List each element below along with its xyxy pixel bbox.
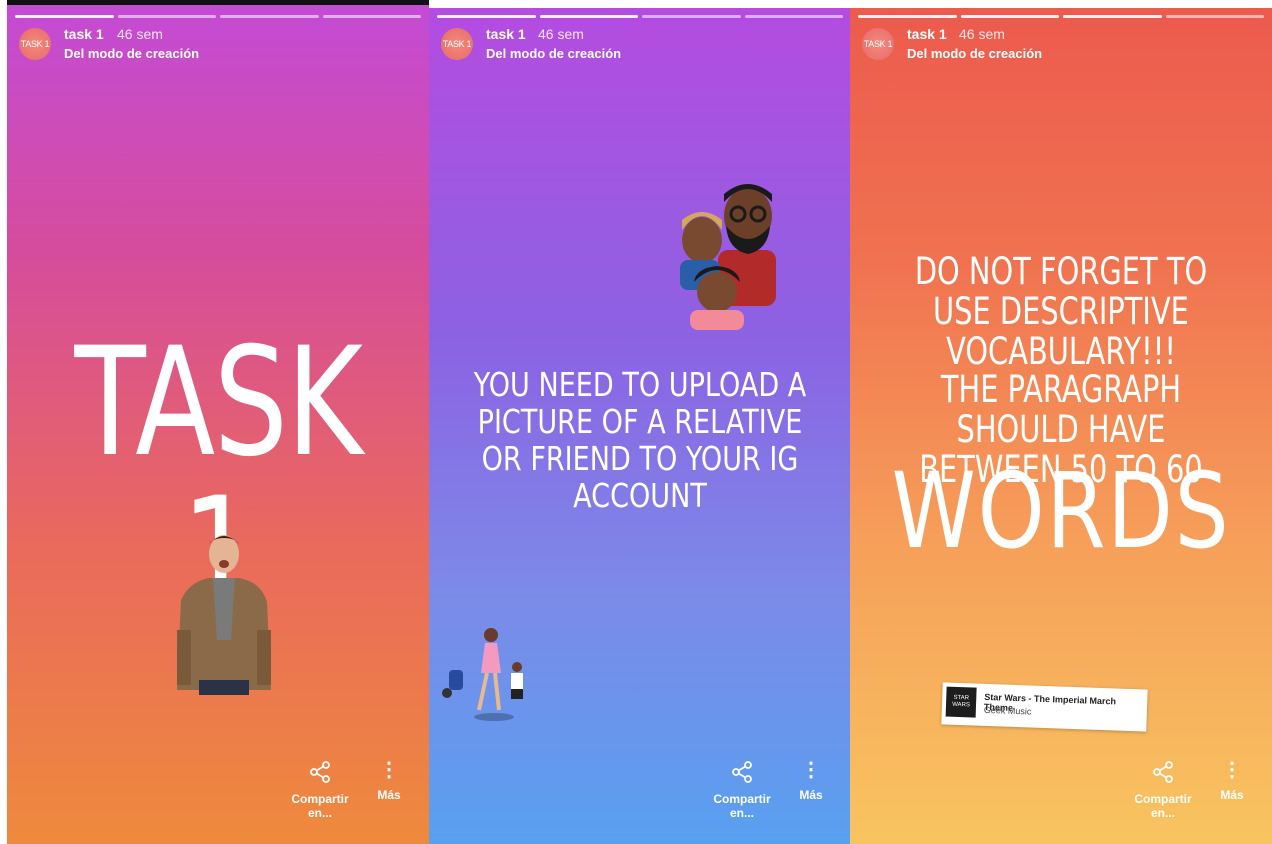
top-strip [7, 0, 429, 5]
headline: YOU NEED TO UPLOAD A PICTURE OF A RELATI… [473, 365, 807, 515]
top-strip [429, 0, 851, 8]
story-panel-3[interactable]: TASK 1 task 1 46 sem Del modo de creació… [850, 0, 1272, 844]
more-label: Más [1220, 788, 1244, 802]
share-icon [1153, 761, 1173, 783]
share-label: Compartir en... [291, 792, 349, 820]
more-vertical-icon: ⋮ [1222, 759, 1242, 781]
story-subtitle: Del modo de creación [486, 46, 622, 61]
album-cover: STAR WARS [945, 686, 977, 718]
more-button[interactable]: ⋮ Más [789, 760, 833, 802]
username[interactable]: task 1 [907, 26, 947, 42]
family-walking-sticker [442, 628, 523, 721]
more-label: Más [377, 788, 401, 802]
share-label: Compartir en... [1134, 792, 1192, 820]
story-subtitle: Del modo de creación [907, 46, 1043, 61]
story-progress [15, 15, 421, 18]
share-button[interactable]: Compartir en... [1133, 760, 1193, 820]
story-panel-1[interactable]: TASK 1 task 1 46 sem Del modo de creació… [7, 0, 429, 844]
share-label: Compartir en... [713, 792, 771, 820]
share-button[interactable]: Compartir en... [712, 760, 772, 820]
avatar[interactable]: TASK 1 [441, 28, 473, 60]
share-button[interactable]: Compartir en... [290, 760, 350, 820]
more-button[interactable]: ⋮ Más [1210, 760, 1254, 802]
top-strip [850, 0, 1272, 8]
avatar[interactable]: TASK 1 [862, 28, 894, 60]
man-sticker [177, 535, 271, 695]
share-icon [732, 761, 752, 783]
music-sticker[interactable]: STAR WARS Star Wars - The Imperial March… [941, 682, 1148, 732]
post-time: 46 sem [538, 26, 584, 42]
story-progress [437, 15, 843, 18]
more-vertical-icon: ⋮ [801, 759, 821, 781]
post-time: 46 sem [117, 26, 163, 42]
more-vertical-icon: ⋮ [379, 759, 399, 781]
headline-vocabulary: DO NOT FORGET TO USE DESCRIPTIVE VOCABUL… [914, 250, 1208, 373]
share-icon [310, 761, 330, 783]
more-button[interactable]: ⋮ Más [367, 760, 411, 802]
story-panel-2[interactable]: TASK 1 task 1 46 sem Del modo de creació… [429, 0, 851, 844]
avatar[interactable]: TASK 1 [19, 28, 51, 60]
username[interactable]: task 1 [64, 26, 104, 42]
headline-words: WORDS [891, 450, 1231, 572]
story-subtitle: Del modo de creación [64, 46, 200, 61]
family-emoji-sticker [680, 184, 776, 330]
music-artist: Geek Music [983, 704, 1032, 717]
more-label: Más [799, 788, 823, 802]
post-time: 46 sem [959, 26, 1005, 42]
username[interactable]: task 1 [486, 26, 526, 42]
story-progress [858, 15, 1264, 18]
